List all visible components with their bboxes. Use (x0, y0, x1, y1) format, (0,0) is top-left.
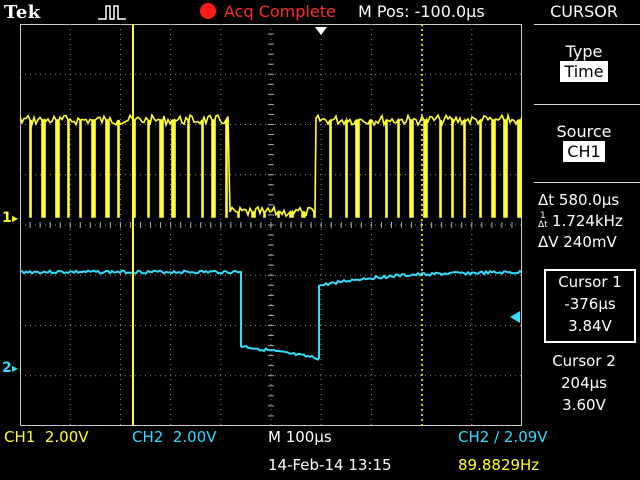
cursor-2-volts: 3.60V (562, 396, 606, 414)
source-value: CH1 (563, 141, 605, 162)
type-label: Type (565, 42, 603, 61)
side-divider (534, 182, 640, 183)
delta-volts-readout: ΔV 240mV (538, 233, 617, 251)
acquisition-status: Acq Complete (224, 2, 336, 21)
cursor-side-menu: CURSOR Type Time Source CH1 Δt 580.0µs 1… (528, 0, 640, 428)
side-divider (534, 24, 640, 25)
trigger-readout: CH2 ∕ 2.09V (458, 428, 548, 446)
side-menu-title: CURSOR (550, 2, 618, 21)
ch2-ground-marker: 2 (2, 360, 12, 376)
delta-time-readout: Δt 580.0µs (538, 191, 620, 209)
cursor-2-box[interactable]: Cursor 2 204µs 3.60V (528, 350, 640, 416)
source-menu-button[interactable]: Source CH1 (528, 122, 640, 162)
trigger-level-icon (510, 311, 520, 323)
bottom-status-bar: CH1 2.00V CH2 2.00V M 100µs CH2 ∕ 2.09V … (0, 428, 640, 480)
waveform-display (20, 24, 522, 426)
frequency-readout: 1.724kHz (552, 212, 623, 230)
cursor-1-time: -376µs (564, 295, 616, 313)
horizontal-position: M Pos: -100.0µs (358, 2, 485, 21)
cursor-1-box[interactable]: Cursor 1 -376µs 3.84V (544, 269, 636, 343)
trigger-position-icon (315, 27, 327, 35)
acquisition-status-icon (200, 3, 216, 19)
graticule (20, 24, 522, 426)
brand-logo: Tek (4, 2, 41, 23)
date-time: 14-Feb-14 13:15 (268, 456, 392, 474)
ch1-scale: CH1 2.00V (4, 428, 89, 446)
ch1-waveform (20, 112, 522, 218)
source-label: Source (556, 122, 612, 141)
cursor-2-label: Cursor 2 (552, 352, 616, 370)
ch2-scale: CH2 2.00V (132, 428, 217, 446)
side-divider (534, 104, 640, 105)
one-over-delta-t-icon: 1 Δt (538, 211, 548, 230)
cursor-1-label: Cursor 1 (558, 273, 622, 291)
ch1-ground-marker: 1 (2, 210, 12, 226)
cursor-readouts: Δt 580.0µs 1 Δt 1.724kHz ΔV 240mV (528, 190, 640, 253)
ch2-marker-arrow-icon: ▸ (12, 361, 19, 375)
trigger-pulse-icon (98, 5, 126, 20)
type-value: Time (560, 61, 608, 82)
ch1-marker-arrow-icon: ▸ (12, 211, 19, 225)
trigger-frequency: 89.8829Hz (458, 456, 540, 474)
type-menu-button[interactable]: Type Time (528, 42, 640, 82)
timebase: M 100µs (268, 428, 332, 446)
cursor-1-volts: 3.84V (568, 317, 612, 335)
cursor-2-time: 204µs (561, 374, 607, 392)
